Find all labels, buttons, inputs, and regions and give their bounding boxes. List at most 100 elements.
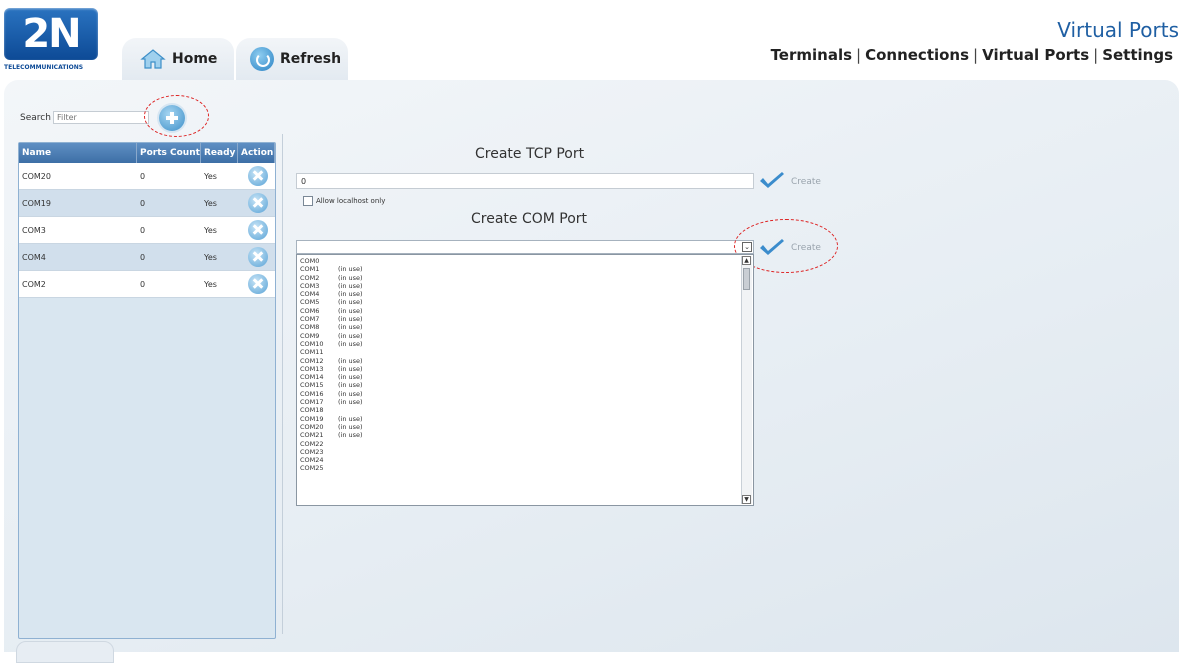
- tab-refresh[interactable]: Refresh: [236, 38, 348, 80]
- cell-name: COM20: [22, 171, 51, 181]
- table-row[interactable]: COM3 0 Yes: [19, 217, 275, 244]
- panel-divider: [282, 134, 283, 634]
- nav-terminals[interactable]: Terminals: [771, 46, 852, 64]
- com-port-option[interactable]: COM9 (in use): [300, 332, 740, 340]
- tcp-create-button[interactable]: Create: [791, 177, 821, 187]
- column-header-name[interactable]: Name: [19, 143, 137, 163]
- com-port-option[interactable]: COM20 (in use): [300, 423, 740, 431]
- tcp-section-title: Create TCP Port: [475, 146, 585, 162]
- scroll-down-icon[interactable]: ▼: [742, 495, 751, 504]
- scroll-up-icon[interactable]: ▲: [742, 256, 751, 265]
- highlight-ellipse: [144, 95, 209, 137]
- cell-ready: Yes: [204, 171, 217, 181]
- nav-separator: |: [856, 46, 862, 64]
- com-port-select[interactable]: ⌄: [296, 240, 754, 254]
- com-port-option[interactable]: COM21 (in use): [300, 431, 740, 439]
- column-header-ports-count[interactable]: Ports Count: [137, 143, 201, 163]
- com-port-option-status: (in use): [338, 315, 363, 324]
- com-port-option-name: COM8: [300, 323, 320, 332]
- com-port-option[interactable]: COM1 (in use): [300, 265, 740, 273]
- com-port-option-name: COM3: [300, 281, 320, 290]
- com-port-option-status: (in use): [338, 273, 363, 282]
- tcp-port-input[interactable]: [296, 173, 754, 189]
- allow-localhost-row[interactable]: Allow localhost only: [303, 196, 385, 206]
- com-port-option[interactable]: COM25: [300, 464, 740, 472]
- column-header-action[interactable]: Action: [238, 143, 275, 163]
- cell-name: COM19: [22, 198, 51, 208]
- table-row[interactable]: COM4 0 Yes: [19, 244, 275, 271]
- nav-separator: |: [973, 46, 979, 64]
- com-port-option[interactable]: COM11: [300, 348, 740, 356]
- com-port-option-name: COM23: [300, 447, 324, 456]
- com-port-option[interactable]: COM17 (in use): [300, 398, 740, 406]
- com-port-option[interactable]: COM5 (in use): [300, 298, 740, 306]
- com-port-option[interactable]: COM16 (in use): [300, 390, 740, 398]
- com-port-option-name: COM21: [300, 431, 324, 440]
- com-port-option[interactable]: COM7 (in use): [300, 315, 740, 323]
- scrollbar-thumb[interactable]: [743, 268, 750, 290]
- com-port-option-status: (in use): [338, 431, 363, 440]
- table-row[interactable]: COM2 0 Yes: [19, 271, 275, 298]
- com-port-option-status: (in use): [338, 373, 363, 382]
- com-port-option-name: COM13: [300, 364, 324, 373]
- com-port-option-name: COM1: [300, 265, 320, 274]
- cell-ports-count: 0: [140, 279, 146, 289]
- tab-home-label: Home: [172, 51, 218, 67]
- nav-settings[interactable]: Settings: [1102, 46, 1173, 64]
- delete-icon[interactable]: [248, 220, 268, 240]
- com-port-option[interactable]: COM22: [300, 440, 740, 448]
- cell-ports-count: 0: [140, 252, 146, 262]
- com-port-option-name: COM0: [300, 257, 320, 265]
- com-port-option[interactable]: COM14 (in use): [300, 373, 740, 381]
- com-port-option[interactable]: COM23: [300, 448, 740, 456]
- com-port-option[interactable]: COM15 (in use): [300, 381, 740, 389]
- com-port-option[interactable]: COM3 (in use): [300, 282, 740, 290]
- tab-refresh-label: Refresh: [280, 51, 342, 67]
- cell-name: COM4: [22, 252, 46, 262]
- ports-table: Name Ports Count Ready Action COM20 0 Ye…: [18, 142, 276, 639]
- com-port-option[interactable]: COM0: [300, 257, 740, 265]
- home-icon: [140, 48, 166, 70]
- com-port-option[interactable]: COM19 (in use): [300, 415, 740, 423]
- com-port-option[interactable]: COM2 (in use): [300, 274, 740, 282]
- com-port-option-status: (in use): [338, 414, 363, 423]
- scrollbar[interactable]: ▲ ▼: [741, 256, 752, 504]
- nav-virtual-ports[interactable]: Virtual Ports: [982, 46, 1089, 64]
- com-port-option-name: COM17: [300, 398, 324, 407]
- com-port-option[interactable]: COM18: [300, 406, 740, 414]
- delete-icon[interactable]: [248, 166, 268, 186]
- com-port-option[interactable]: COM13 (in use): [300, 365, 740, 373]
- com-port-option-status: (in use): [338, 356, 363, 365]
- table-row[interactable]: COM19 0 Yes: [19, 190, 275, 217]
- delete-icon[interactable]: [248, 274, 268, 294]
- logo-text: 2N: [22, 11, 81, 57]
- table-row[interactable]: COM20 0 Yes: [19, 163, 275, 190]
- search-input[interactable]: [53, 111, 149, 124]
- column-header-ready[interactable]: Ready: [201, 143, 238, 163]
- com-port-option-status: (in use): [338, 381, 363, 390]
- nav-connections[interactable]: Connections: [865, 46, 969, 64]
- tab-home[interactable]: Home: [122, 38, 234, 80]
- com-port-option[interactable]: COM10 (in use): [300, 340, 740, 348]
- bottom-tab[interactable]: [16, 641, 114, 663]
- com-port-option[interactable]: COM8 (in use): [300, 323, 740, 331]
- cell-ready: Yes: [204, 279, 217, 289]
- check-icon[interactable]: [758, 171, 786, 191]
- com-port-option[interactable]: COM6 (in use): [300, 307, 740, 315]
- delete-icon[interactable]: [248, 247, 268, 267]
- com-port-option[interactable]: COM4 (in use): [300, 290, 740, 298]
- com-port-option-name: COM14: [300, 373, 324, 382]
- com-port-option-name: COM15: [300, 381, 324, 390]
- allow-localhost-checkbox[interactable]: [303, 196, 313, 206]
- com-port-option-name: COM7: [300, 315, 320, 324]
- com-port-option-status: (in use): [338, 389, 363, 398]
- cell-ready: Yes: [204, 252, 217, 262]
- com-port-option[interactable]: COM12 (in use): [300, 357, 740, 365]
- com-port-option-name: COM22: [300, 439, 324, 448]
- com-port-option[interactable]: COM24: [300, 456, 740, 464]
- com-port-option-name: COM24: [300, 456, 324, 465]
- com-section-title: Create COM Port: [471, 211, 588, 227]
- app-header: 2N TELECOMMUNICATIONS Home Refresh Virtu…: [0, 0, 1183, 80]
- cell-ready: Yes: [204, 198, 217, 208]
- delete-icon[interactable]: [248, 193, 268, 213]
